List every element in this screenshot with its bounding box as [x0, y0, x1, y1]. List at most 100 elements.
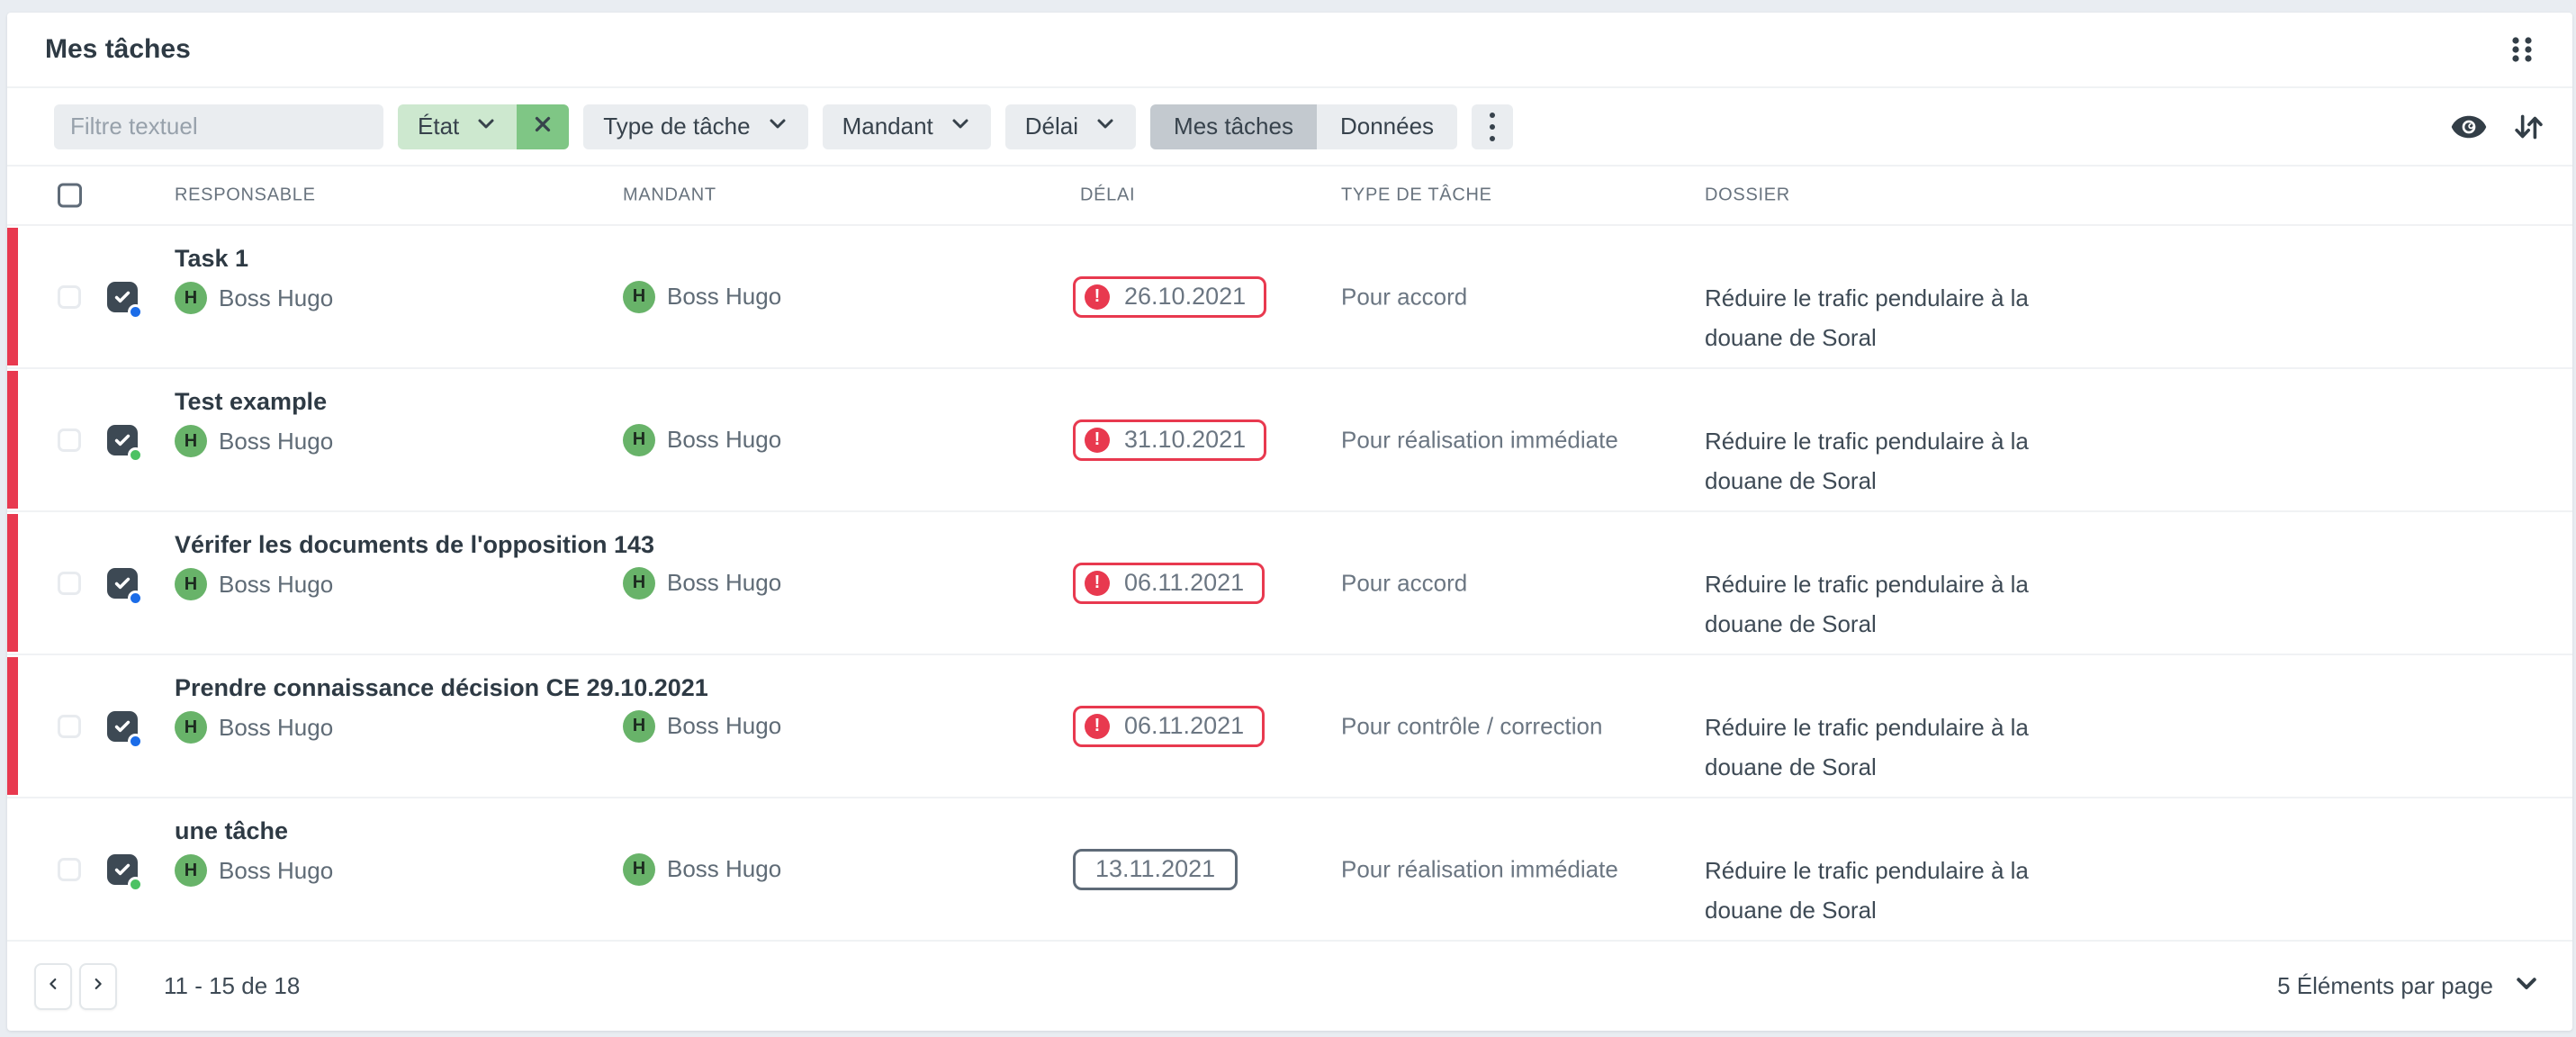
items-per-page-select[interactable]: 5 Éléments par page: [2277, 969, 2540, 1003]
dossier-link[interactable]: Réduire le trafic pendulaire à la douane…: [1705, 421, 2101, 500]
responsable-name: Boss Hugo: [219, 284, 333, 312]
widget-title-bar: Mes tâches: [7, 13, 2572, 88]
filter-bar: État Type de tâche Mandant: [7, 88, 2572, 167]
responsable-name: Boss Hugo: [219, 857, 333, 885]
filter-mandant-label: Mandant: [842, 113, 933, 140]
table-row[interactable]: une tâche H Boss Hugo H Boss Hugo ! 13.1…: [7, 798, 2572, 942]
task-type: Pour accord: [1341, 283, 1467, 311]
chevron-down-icon: [950, 113, 971, 140]
deadline-badge: ! 31.10.2021: [1073, 419, 1266, 461]
filter-etat-label: État: [418, 113, 459, 140]
avatar: H: [623, 424, 655, 456]
row-checkbox[interactable]: [58, 572, 81, 595]
dossier-link[interactable]: Réduire le trafic pendulaire à la douane…: [1705, 708, 2101, 787]
filter-etat-group: État: [398, 104, 569, 149]
mandant-name: Boss Hugo: [667, 712, 781, 740]
responsable-name: Boss Hugo: [219, 714, 333, 742]
task-check-icon: [107, 711, 138, 742]
chevron-down-icon: [1094, 113, 1116, 140]
task-title[interactable]: Test example: [175, 387, 333, 416]
avatar: H: [623, 710, 655, 743]
toggle-mes-taches[interactable]: Mes tâches: [1150, 104, 1317, 149]
overdue-alert-icon: !: [1085, 284, 1110, 310]
pagination-range-label: 11 - 15 de 18: [164, 972, 300, 1000]
chevron-left-icon: [45, 976, 61, 996]
mandant-cell: H Boss Hugo: [623, 853, 781, 886]
mandant-cell: H Boss Hugo: [623, 710, 781, 743]
task-title[interactable]: Task 1: [175, 244, 333, 273]
filter-delai-label: Délai: [1025, 113, 1078, 140]
filter-etat-dropdown[interactable]: État: [398, 104, 517, 149]
task-type: Pour contrôle / correction: [1341, 712, 1602, 740]
filter-type-label: Type de tâche: [603, 113, 750, 140]
table-header: RESPONSABLE MANDANT DÉLAI TYPE DE TÂCHE …: [7, 167, 2572, 226]
drag-grid-icon[interactable]: [2502, 30, 2542, 69]
deadline-date: 26.10.2021: [1124, 283, 1246, 311]
next-page-button[interactable]: [79, 963, 117, 1010]
task-status-dot: [128, 734, 143, 749]
avatar: H: [623, 567, 655, 600]
task-status-dot: [128, 447, 143, 463]
dossier-link[interactable]: Réduire le trafic pendulaire à la douane…: [1705, 278, 2101, 357]
column-header-type: TYPE DE TÂCHE: [1341, 185, 1492, 206]
table-body: Task 1 H Boss Hugo H Boss Hugo ! 26.10.2…: [7, 226, 2572, 942]
table-row[interactable]: Test example H Boss Hugo H Boss Hugo ! 3…: [7, 369, 2572, 512]
page-title: Mes tâches: [45, 34, 191, 65]
table-row[interactable]: Vérifer les documents de l'opposition 14…: [7, 512, 2572, 655]
text-filter-input[interactable]: [54, 104, 383, 149]
responsable-cell: Vérifer les documents de l'opposition 14…: [175, 530, 654, 600]
filter-type-dropdown[interactable]: Type de tâche: [583, 104, 807, 149]
filter-mandant-dropdown[interactable]: Mandant: [823, 104, 991, 149]
row-checkbox[interactable]: [58, 715, 81, 738]
items-per-page-label: 5 Éléments par page: [2277, 972, 2493, 1000]
task-title[interactable]: Vérifer les documents de l'opposition 14…: [175, 530, 654, 559]
column-header-mandant: MANDANT: [623, 185, 716, 206]
mandant-name: Boss Hugo: [667, 283, 781, 311]
mandant-cell: H Boss Hugo: [623, 567, 781, 600]
toggle-donnees[interactable]: Données: [1317, 104, 1457, 149]
task-check-icon: [107, 568, 138, 599]
more-options-kebab-icon[interactable]: [1472, 104, 1513, 149]
row-checkbox[interactable]: [58, 858, 81, 881]
avatar: H: [175, 568, 207, 600]
filter-etat-clear-button[interactable]: [517, 104, 569, 149]
row-checkbox[interactable]: [58, 285, 81, 309]
filter-delai-dropdown[interactable]: Délai: [1005, 104, 1136, 149]
deadline-date: 06.11.2021: [1124, 712, 1244, 740]
dossier-link[interactable]: Réduire le trafic pendulaire à la douane…: [1705, 851, 2101, 930]
overdue-alert-icon: !: [1085, 571, 1110, 596]
sort-icon[interactable]: [2511, 110, 2545, 144]
my-tasks-widget: Mes tâches État: [7, 13, 2572, 1031]
deadline-date: 31.10.2021: [1124, 426, 1246, 454]
mandant-cell: H Boss Hugo: [623, 424, 781, 456]
view-toggle: Mes tâches Données: [1150, 104, 1457, 149]
avatar: H: [623, 281, 655, 313]
column-header-delai: DÉLAI: [1080, 185, 1135, 206]
responsable-cell: une tâche H Boss Hugo: [175, 816, 333, 887]
row-checkbox[interactable]: [58, 428, 81, 452]
task-check-icon: [107, 425, 138, 455]
task-status-dot: [128, 304, 143, 320]
column-header-dossier: DOSSIER: [1705, 185, 1790, 206]
deadline-badge: ! 26.10.2021: [1073, 276, 1266, 318]
task-title[interactable]: Prendre connaissance décision CE 29.10.2…: [175, 673, 708, 702]
previous-page-button[interactable]: [34, 963, 72, 1010]
task-status-dot: [128, 591, 143, 606]
select-all-checkbox[interactable]: [58, 184, 82, 208]
close-icon: [531, 113, 554, 140]
table-row[interactable]: Task 1 H Boss Hugo H Boss Hugo ! 26.10.2…: [7, 226, 2572, 369]
chevron-down-icon: [767, 113, 788, 140]
responsable-cell: Task 1 H Boss Hugo: [175, 244, 333, 314]
responsable-name: Boss Hugo: [219, 571, 333, 599]
table-row[interactable]: Prendre connaissance décision CE 29.10.2…: [7, 655, 2572, 798]
avatar: H: [175, 282, 207, 314]
overdue-alert-icon: !: [1085, 428, 1110, 453]
task-title[interactable]: une tâche: [175, 816, 333, 845]
mandant-name: Boss Hugo: [667, 569, 781, 597]
dossier-link[interactable]: Réduire le trafic pendulaire à la douane…: [1705, 564, 2101, 644]
responsable-name: Boss Hugo: [219, 428, 333, 455]
mandant-cell: H Boss Hugo: [623, 281, 781, 313]
eye-icon[interactable]: [2450, 108, 2488, 146]
chevron-right-icon: [90, 976, 106, 996]
overdue-alert-icon: !: [1085, 714, 1110, 739]
